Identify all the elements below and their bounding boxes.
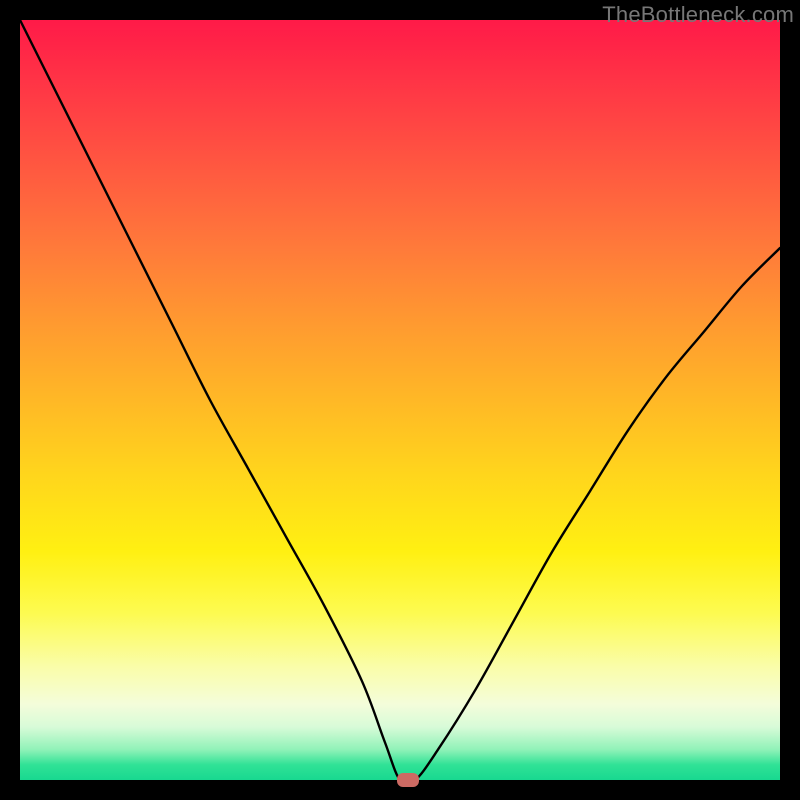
watermark-text: TheBottleneck.com (602, 2, 794, 28)
bottleneck-curve (20, 20, 780, 780)
plot-area (20, 20, 780, 780)
curve-svg (20, 20, 780, 780)
chart-canvas: TheBottleneck.com (0, 0, 800, 800)
optimum-marker (397, 773, 419, 787)
